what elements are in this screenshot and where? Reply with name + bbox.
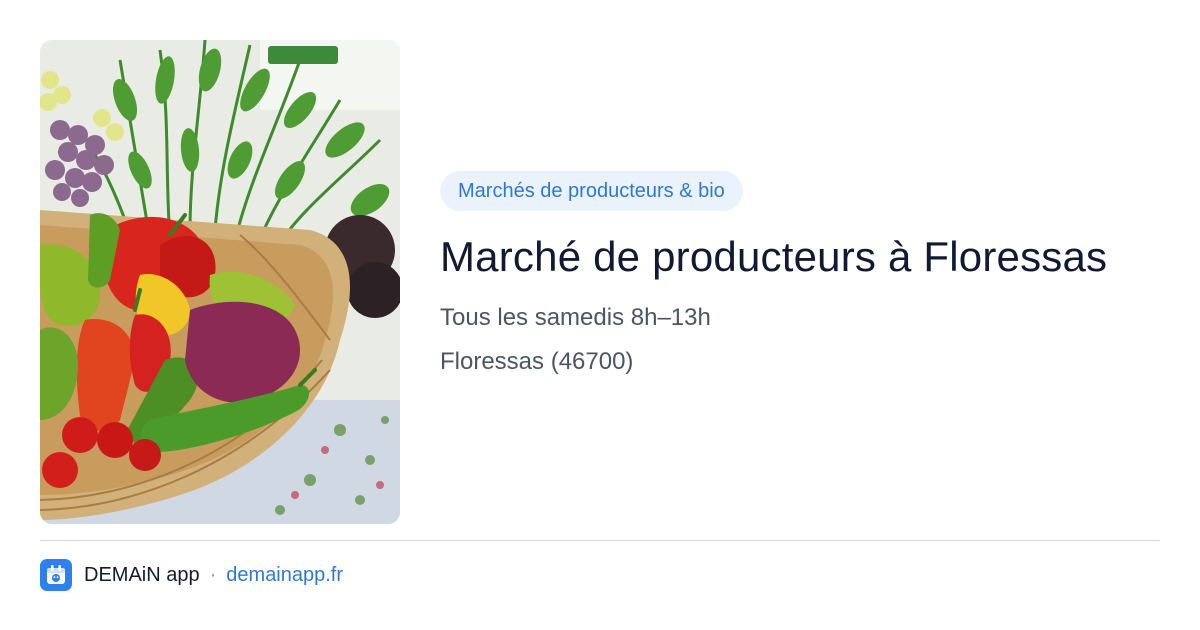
demain-app-icon[interactable] <box>40 559 72 591</box>
share-card: Marchés de producteurs & bio Marché de p… <box>0 0 1200 630</box>
event-details: Marchés de producteurs & bio Marché de p… <box>440 171 1160 377</box>
app-url-link[interactable]: demainapp.fr <box>226 564 343 587</box>
app-name[interactable]: DEMAiN app <box>84 564 200 587</box>
category-badge[interactable]: Marchés de producteurs & bio <box>440 171 743 211</box>
footer-divider <box>40 540 1160 541</box>
event-location: Floressas (46700) <box>440 348 634 375</box>
footer: DEMAiN app · demainapp.fr <box>40 558 343 592</box>
market-photo <box>40 40 400 524</box>
footer-separator: · <box>209 563 217 586</box>
event-schedule: Tous les samedis 8h–13h <box>440 304 711 331</box>
event-title[interactable]: Marché de producteurs à Floressas <box>440 231 1160 283</box>
vegetables-basket-photo <box>40 40 400 524</box>
